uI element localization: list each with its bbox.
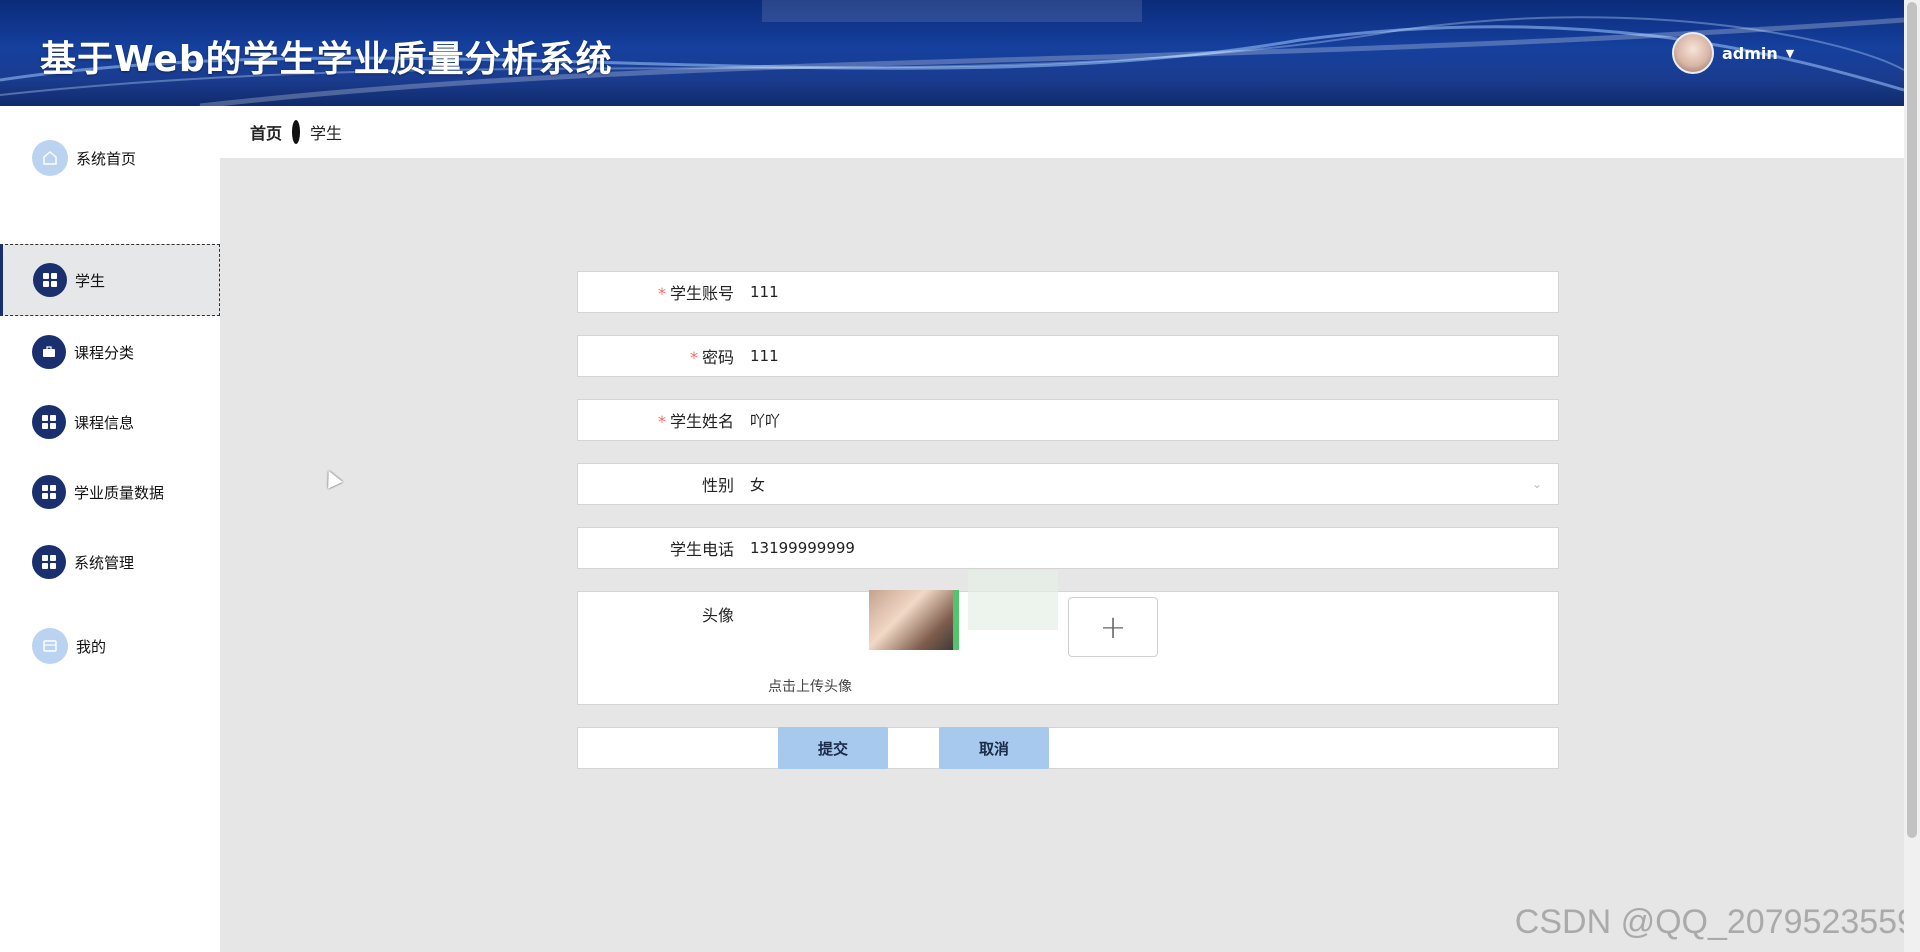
avatar-preview-image[interactable] (869, 590, 959, 650)
account-input[interactable]: 111 (748, 283, 1558, 301)
sidebar-item-mine[interactable]: 我的 (0, 610, 220, 682)
user-avatar[interactable] (1672, 32, 1714, 74)
avatar-upload-button[interactable]: + (1068, 597, 1158, 657)
sidebar-item-home[interactable]: 系统首页 (0, 122, 220, 194)
form-row-password: * 密码 111 (577, 335, 1559, 377)
breadcrumb-separator-icon (292, 120, 301, 144)
form-row-avatar: 头像 + 点击上传头像 (577, 570, 1559, 705)
sidebar-item-student[interactable]: 学生 (0, 244, 220, 316)
grid-icon (32, 475, 66, 509)
sidebar-item-label: 课程分类 (74, 343, 135, 362)
sidebar-item-course-category[interactable]: 课程分类 (0, 316, 220, 388)
sidebar-item-label: 系统首页 (76, 149, 137, 168)
form-row-phone: 学生电话 13199999999 (577, 527, 1559, 569)
user-name[interactable]: admin (1722, 44, 1778, 63)
field-label: 学生电话 (669, 540, 734, 559)
breadcrumb-current: 学生 (310, 124, 343, 143)
cancel-button[interactable]: 取消 (939, 727, 1049, 769)
profile-icon (32, 628, 68, 664)
scrollbar-thumb[interactable] (1907, 2, 1917, 838)
caret-down-icon[interactable]: ▼ (1786, 47, 1794, 60)
form-row-name: * 学生姓名 吖吖 (577, 399, 1559, 441)
field-label: 性别 (701, 476, 734, 495)
sidebar-item-course-info[interactable]: 课程信息 (0, 386, 220, 458)
phone-input[interactable]: 13199999999 (748, 539, 1558, 557)
field-label: 头像 (701, 606, 734, 625)
field-label: * 学生姓名 (657, 412, 734, 431)
page-scrollbar[interactable] (1904, 0, 1920, 952)
name-input[interactable]: 吖吖 (748, 410, 1558, 431)
breadcrumb: 首页 学生 (220, 106, 1904, 158)
sidebar-item-label: 系统管理 (74, 553, 135, 572)
required-mark: * (657, 284, 666, 303)
sidebar: 系统首页 学生 课程分类 课程信息 学业质量数据 系统管理 我的 (0, 106, 220, 952)
chevron-down-icon[interactable]: ⌄ (1532, 477, 1558, 491)
content-area: * 学生账号 111 * 密码 111 * 学生姓名 吖吖 性别 女 ⌄ 学生电话 1… (220, 158, 1904, 952)
sidebar-item-label: 我的 (76, 637, 107, 656)
field-label: * 学生账号 (657, 284, 734, 303)
sidebar-item-system-admin[interactable]: 系统管理 (0, 526, 220, 598)
header-overlay (762, 0, 1142, 22)
sidebar-item-label: 学业质量数据 (74, 483, 165, 502)
grid-icon (32, 545, 66, 579)
user-menu[interactable]: admin ▼ (1672, 32, 1794, 74)
sidebar-item-label: 学生 (75, 271, 106, 290)
app-header: 基于Web的学生学业质量分析系统 admin ▼ (0, 0, 1904, 106)
app-title: 基于Web的学生学业质量分析系统 (40, 39, 613, 80)
sidebar-item-label: 课程信息 (74, 413, 135, 432)
password-input[interactable]: 111 (748, 347, 1558, 365)
avatar-upload-hint: 点击上传头像 (768, 679, 852, 695)
submit-button[interactable]: 提交 (778, 727, 888, 769)
avatar-drag-ghost (968, 570, 1058, 630)
required-mark: * (689, 348, 698, 367)
required-mark: * (657, 412, 666, 431)
field-label: * 密码 (689, 348, 734, 367)
form-row-actions: 提交 取消 (577, 727, 1559, 769)
form-row-account: * 学生账号 111 (577, 271, 1559, 313)
breadcrumb-home[interactable]: 首页 (250, 120, 282, 144)
plus-icon: + (1099, 608, 1127, 646)
form-row-gender: 性别 女 ⌄ (577, 463, 1559, 505)
briefcase-icon (32, 335, 66, 369)
sidebar-item-quality-data[interactable]: 学业质量数据 (0, 456, 220, 528)
watermark: CSDN @QQ_2079523559 (1514, 903, 1916, 941)
grid-icon (32, 405, 66, 439)
home-icon (32, 140, 68, 176)
grid-icon (33, 263, 67, 297)
gender-select[interactable]: 女 (748, 474, 1532, 495)
